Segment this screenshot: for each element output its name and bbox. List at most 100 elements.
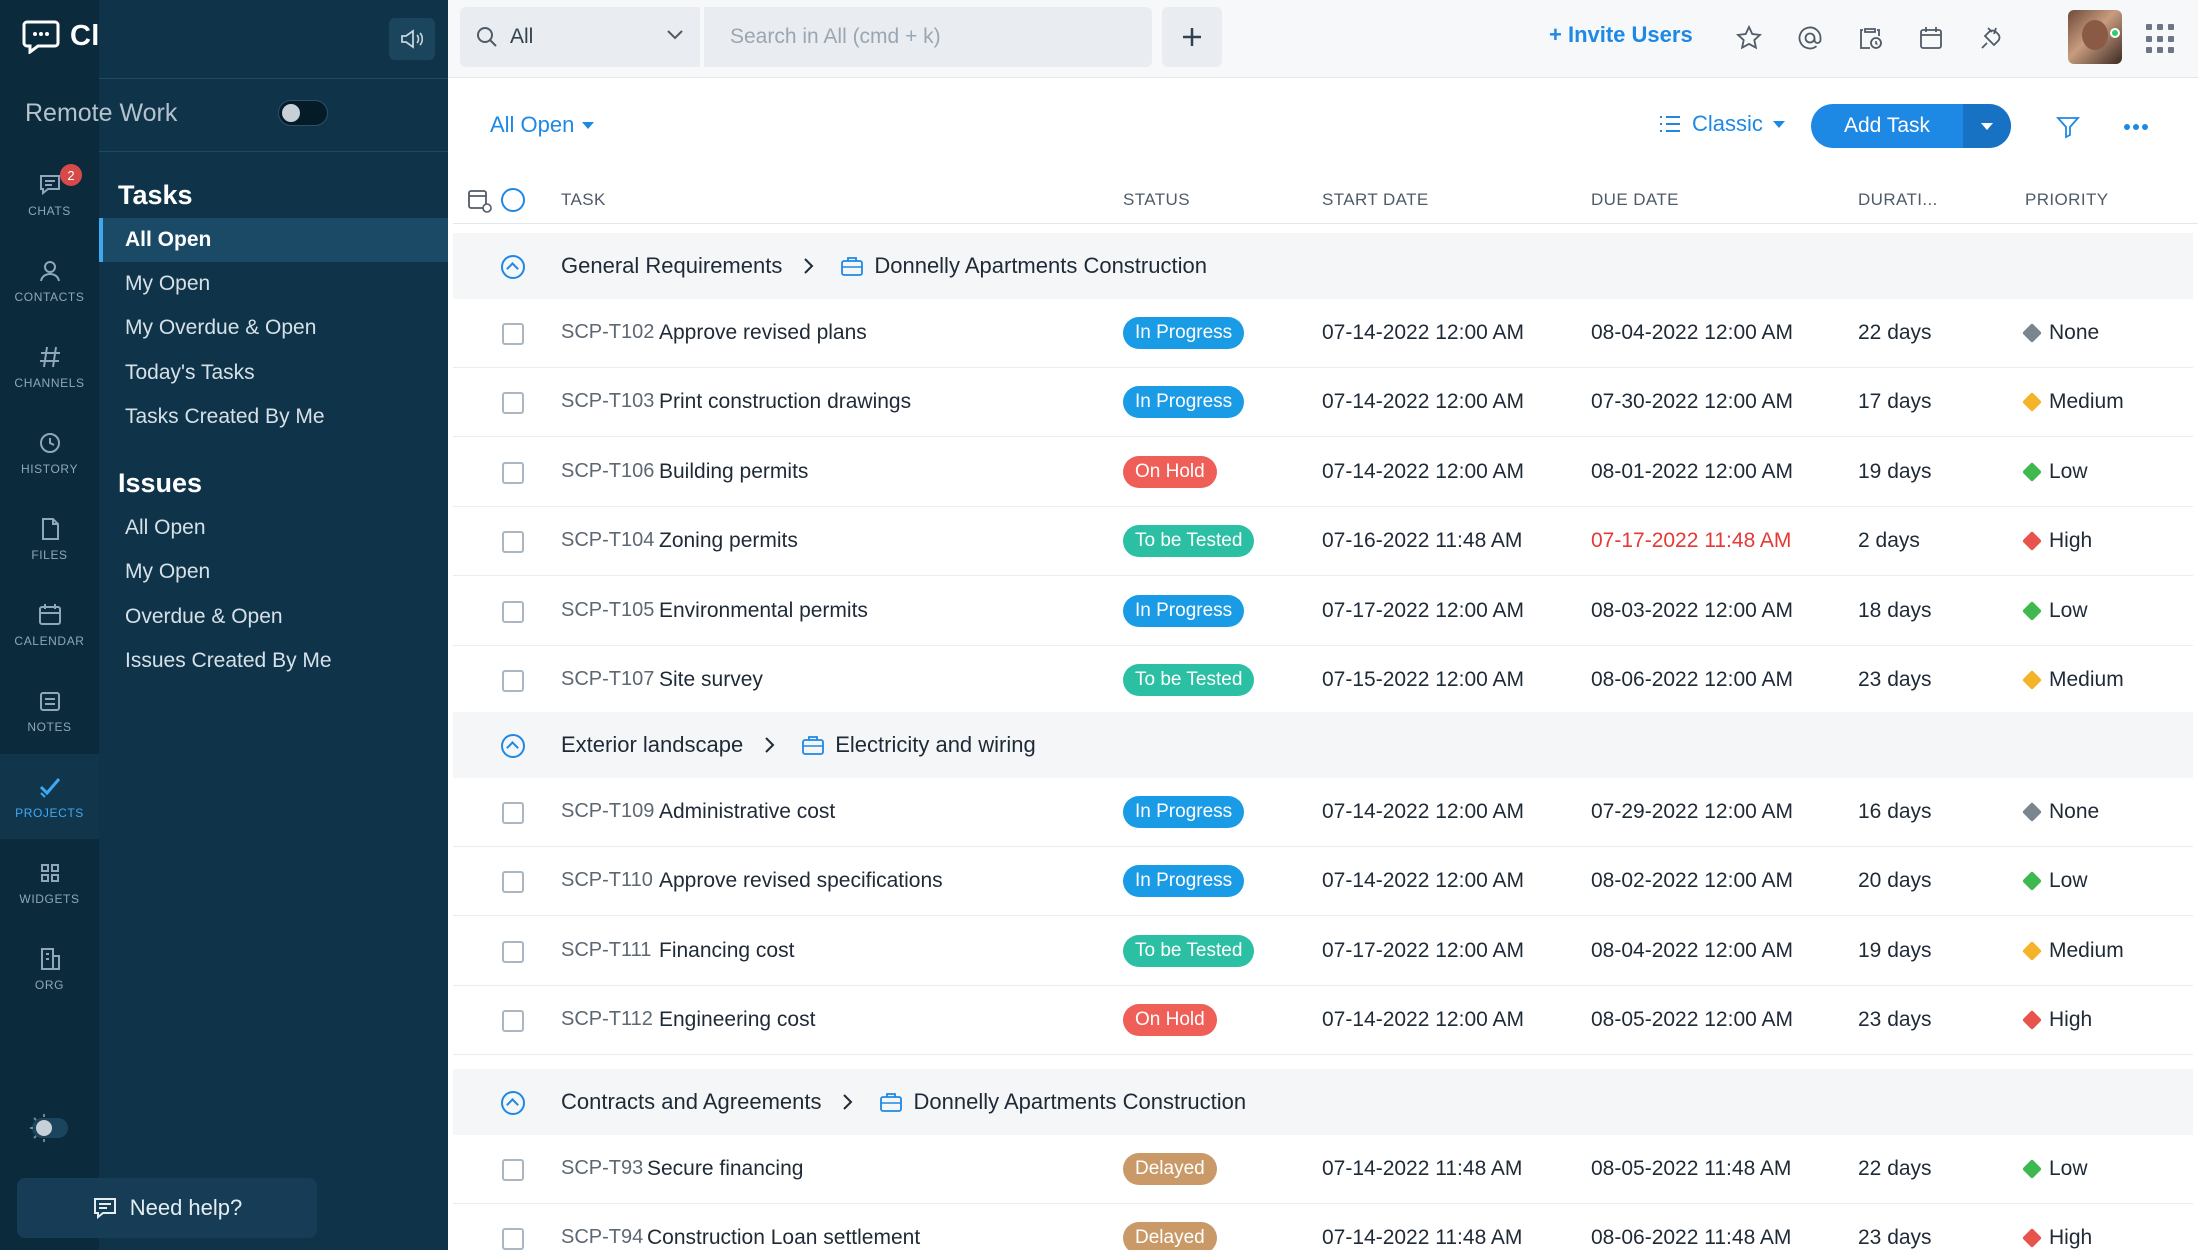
apps-grid-icon[interactable] — [2146, 24, 2176, 54]
status-badge[interactable]: Delayed — [1123, 1222, 1217, 1250]
task-name[interactable]: Building permits — [659, 460, 808, 484]
integrations-button[interactable] — [1976, 22, 2008, 54]
table-row[interactable]: SCP-T109 Administrative cost In Progress 07… — [453, 778, 2193, 847]
table-row[interactable]: SCP-T105 Environmental permits In Progress… — [453, 577, 2193, 646]
user-avatar[interactable] — [2068, 10, 2122, 64]
task-checkbox[interactable] — [502, 531, 524, 553]
table-row[interactable]: SCP-T103 Print construction drawings In Pr… — [453, 368, 2193, 437]
status-badge[interactable]: To be Tested — [1123, 525, 1255, 557]
collapse-group-icon[interactable] — [501, 1091, 525, 1115]
table-row[interactable]: SCP-T107 Site survey To be Tested 07-15-202… — [453, 646, 2193, 715]
add-task-button[interactable]: Add Task — [1811, 104, 2011, 148]
sidebar-item-issues-created-by-me[interactable]: Issues Created By Me — [99, 639, 448, 683]
task-name[interactable]: Administrative cost — [659, 800, 835, 824]
priority[interactable]: Low — [2022, 460, 2088, 484]
status-badge[interactable]: On Hold — [1123, 456, 1217, 488]
task-checkbox[interactable] — [502, 392, 524, 414]
table-row[interactable]: SCP-T93 Secure financing Delayed 07-14-2022… — [453, 1135, 2193, 1204]
workspace-name[interactable]: Remote Work — [25, 99, 177, 128]
sidebar-item-all-open[interactable]: All Open — [99, 218, 448, 262]
task-name[interactable]: Site survey — [659, 668, 763, 692]
task-name[interactable]: Construction Loan settlement — [647, 1226, 920, 1250]
sidebar-item-todays-tasks[interactable]: Today's Tasks — [99, 351, 448, 395]
create-new-button[interactable] — [1162, 7, 1222, 67]
task-group-header[interactable]: General Requirements Donnelly Apartments … — [453, 233, 2193, 299]
column-settings-icon[interactable] — [467, 188, 493, 214]
theme-toggle[interactable] — [26, 1112, 70, 1144]
invite-users-link[interactable]: + Invite Users — [1549, 22, 1693, 48]
rail-contacts[interactable]: CONTACTS — [0, 238, 99, 323]
status-badge[interactable]: Delayed — [1123, 1153, 1217, 1185]
priority[interactable]: High — [2022, 529, 2092, 553]
column-header-priority[interactable]: PRIORITY — [2025, 190, 2109, 210]
table-row[interactable]: SCP-T94 Construction Loan settlement Delay… — [453, 1204, 2193, 1250]
sidebar-item-issues-overdue-open[interactable]: Overdue & Open — [99, 595, 448, 639]
task-checkbox[interactable] — [502, 462, 524, 484]
rail-files[interactable]: FILES — [0, 496, 99, 581]
rail-widgets[interactable]: WIDGETS — [0, 840, 99, 925]
search-scope-select[interactable]: All — [460, 7, 700, 67]
column-header-task[interactable]: TASK — [561, 190, 606, 210]
status-badge[interactable]: In Progress — [1123, 865, 1245, 897]
task-checkbox[interactable] — [502, 941, 524, 963]
task-checkbox[interactable] — [502, 601, 524, 623]
mentions-button[interactable] — [1794, 22, 1826, 54]
add-task-menu-button[interactable] — [1963, 104, 2011, 148]
column-header-start-date[interactable]: START DATE — [1322, 190, 1429, 210]
rail-history[interactable]: HISTORY — [0, 410, 99, 495]
task-checkbox[interactable] — [502, 1010, 524, 1032]
collapse-all-icon[interactable] — [501, 188, 525, 212]
sidebar-item-issues-my-open[interactable]: My Open — [99, 550, 448, 594]
task-checkbox[interactable] — [502, 802, 524, 824]
calendar-button[interactable] — [1915, 22, 1947, 54]
task-name[interactable]: Financing cost — [659, 939, 794, 963]
priority[interactable]: Medium — [2022, 668, 2124, 692]
task-group-header[interactable]: Contracts and Agreements Donnelly Apartme… — [453, 1069, 2193, 1135]
more-options-button[interactable] — [2119, 110, 2153, 144]
task-name[interactable]: Engineering cost — [659, 1008, 815, 1032]
task-filter-dropdown[interactable]: All Open — [490, 112, 595, 138]
sidebar-item-issues-all-open[interactable]: All Open — [99, 506, 448, 550]
sidebar-item-my-open[interactable]: My Open — [99, 262, 448, 306]
task-group-header[interactable]: Exterior landscape Electricity and wiring — [453, 712, 2193, 778]
task-name[interactable]: Environmental permits — [659, 599, 868, 623]
task-group-project[interactable]: Electricity and wiring — [801, 732, 1036, 758]
reminders-button[interactable] — [1854, 22, 1886, 54]
priority[interactable]: Low — [2022, 1157, 2088, 1181]
collapse-group-icon[interactable] — [501, 734, 525, 758]
priority[interactable]: Low — [2022, 869, 2088, 893]
priority[interactable]: None — [2022, 800, 2099, 824]
task-name[interactable]: Secure financing — [647, 1157, 803, 1181]
status-badge[interactable]: To be Tested — [1123, 935, 1255, 967]
column-header-status[interactable]: STATUS — [1123, 190, 1190, 210]
announcement-button[interactable] — [389, 18, 435, 60]
task-group-project[interactable]: Donnelly Apartments Construction — [879, 1089, 1246, 1115]
sidebar-item-tasks-created-by-me[interactable]: Tasks Created By Me — [99, 395, 448, 439]
task-name[interactable]: Approve revised specifications — [659, 869, 943, 893]
priority[interactable]: Medium — [2022, 390, 2124, 414]
search-input[interactable] — [730, 25, 1130, 49]
table-row[interactable]: SCP-T104 Zoning permits To be Tested 07-16-… — [453, 507, 2193, 576]
rail-org[interactable]: ORG — [0, 926, 99, 1011]
priority[interactable]: None — [2022, 321, 2099, 345]
task-checkbox[interactable] — [502, 1159, 524, 1181]
rail-calendar[interactable]: CALENDAR — [0, 582, 99, 667]
task-checkbox[interactable] — [502, 323, 524, 345]
task-group-project[interactable]: Donnelly Apartments Construction — [840, 253, 1207, 279]
task-name[interactable]: Print construction drawings — [659, 390, 911, 414]
status-badge[interactable]: In Progress — [1123, 386, 1245, 418]
priority[interactable]: High — [2022, 1226, 2092, 1250]
status-badge[interactable]: In Progress — [1123, 595, 1245, 627]
workspace-toggle[interactable] — [278, 100, 328, 126]
priority[interactable]: High — [2022, 1008, 2092, 1032]
priority[interactable]: Low — [2022, 599, 2088, 623]
status-badge[interactable]: In Progress — [1123, 317, 1245, 349]
table-row[interactable]: SCP-T110 Approve revised specifications In… — [453, 847, 2193, 916]
status-badge[interactable]: On Hold — [1123, 1004, 1217, 1036]
status-badge[interactable]: To be Tested — [1123, 664, 1255, 696]
sidebar-item-my-overdue-open[interactable]: My Overdue & Open — [99, 306, 448, 350]
task-checkbox[interactable] — [502, 1228, 524, 1250]
status-badge[interactable]: In Progress — [1123, 796, 1245, 828]
rail-notes[interactable]: NOTES — [0, 668, 99, 753]
table-row[interactable]: SCP-T102 Approve revised plans In Progress… — [453, 299, 2193, 368]
